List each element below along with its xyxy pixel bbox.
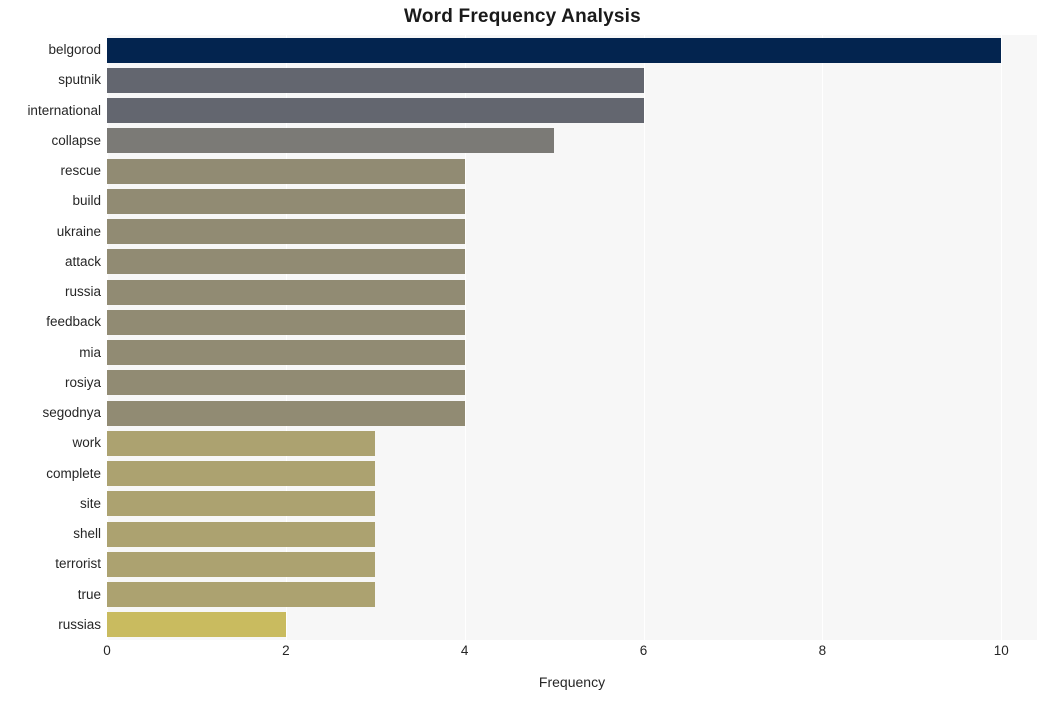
bar[interactable]: [107, 400, 465, 426]
bar[interactable]: [107, 219, 465, 245]
x-tick-label: 2: [282, 643, 290, 658]
y-tick-label: feedback: [46, 314, 101, 330]
bar-row[interactable]: [107, 247, 1037, 277]
bar-row[interactable]: [107, 580, 1037, 610]
bar[interactable]: [107, 309, 465, 335]
bar-row[interactable]: [107, 186, 1037, 216]
y-tick-label: collapse: [51, 132, 101, 148]
y-tick-label: attack: [64, 253, 101, 269]
bar-row[interactable]: [107, 126, 1037, 156]
y-tick-label: sputnik: [58, 72, 101, 88]
y-tick-label: shell: [73, 526, 101, 541]
bar[interactable]: [107, 279, 465, 305]
y-tick-label: terrorist: [55, 556, 101, 572]
y-tick-label: true: [77, 586, 101, 602]
x-tick-label: 4: [460, 643, 469, 658]
bar-row[interactable]: [107, 610, 1037, 640]
bar[interactable]: [107, 158, 465, 184]
bar[interactable]: [107, 612, 286, 638]
bar[interactable]: [107, 582, 376, 608]
bar[interactable]: [107, 249, 465, 275]
bar[interactable]: [107, 370, 465, 396]
bars-layer: [107, 35, 1037, 640]
bar-row[interactable]: [107, 65, 1037, 95]
x-axis-title: Frequency: [538, 674, 606, 690]
bar-row[interactable]: [107, 307, 1037, 337]
x-axis-tick-labels: 0 2 4 6 8 10: [103, 643, 1037, 665]
bar[interactable]: [107, 491, 376, 517]
bar-row[interactable]: [107, 35, 1037, 65]
y-tick-label: complete: [46, 465, 101, 481]
bar-row[interactable]: [107, 96, 1037, 126]
bar[interactable]: [107, 188, 465, 214]
bar-row[interactable]: [107, 428, 1037, 458]
y-tick-label: rescue: [60, 163, 101, 178]
bar[interactable]: [107, 340, 465, 366]
bar[interactable]: [107, 128, 555, 154]
y-tick-label: rosiya: [64, 374, 101, 390]
y-tick-label: segodnya: [42, 405, 101, 420]
y-tick-label: ukraine: [56, 223, 101, 239]
bar-row[interactable]: [107, 368, 1037, 398]
y-tick-label: belgorod: [48, 42, 101, 57]
bar[interactable]: [107, 67, 644, 93]
bar-row[interactable]: [107, 277, 1037, 307]
bar-row[interactable]: [107, 338, 1037, 368]
y-tick-label: build: [72, 193, 101, 209]
plot-area: [107, 35, 1037, 640]
y-axis-tick-labels: belgorod sputnik international collapse resc…: [0, 35, 101, 640]
bar-row[interactable]: [107, 398, 1037, 428]
bar-row[interactable]: [107, 519, 1037, 549]
bar[interactable]: [107, 37, 1002, 63]
bar-row[interactable]: [107, 549, 1037, 579]
bar[interactable]: [107, 98, 644, 124]
bar[interactable]: [107, 521, 376, 547]
bar[interactable]: [107, 551, 376, 577]
x-tick-label: 10: [993, 643, 1009, 658]
y-tick-label: mia: [79, 344, 101, 360]
x-tick-label: 8: [818, 643, 827, 658]
bar-row[interactable]: [107, 489, 1037, 519]
y-tick-label: work: [72, 435, 101, 451]
chart-figure: Word Frequency Analysis belgorod sputnik i…: [0, 0, 1045, 701]
y-tick-label: site: [79, 495, 101, 511]
bar[interactable]: [107, 430, 376, 456]
bar-row[interactable]: [107, 217, 1037, 247]
chart-title: Word Frequency Analysis: [404, 6, 641, 27]
y-tick-label: russia: [64, 284, 101, 299]
bar-row[interactable]: [107, 459, 1037, 489]
x-tick-label: 6: [639, 643, 648, 658]
y-tick-label: russias: [58, 616, 101, 632]
y-tick-label: international: [27, 102, 101, 118]
x-tick-label: 0: [103, 643, 111, 658]
bar-row[interactable]: [107, 156, 1037, 186]
bar[interactable]: [107, 461, 376, 487]
